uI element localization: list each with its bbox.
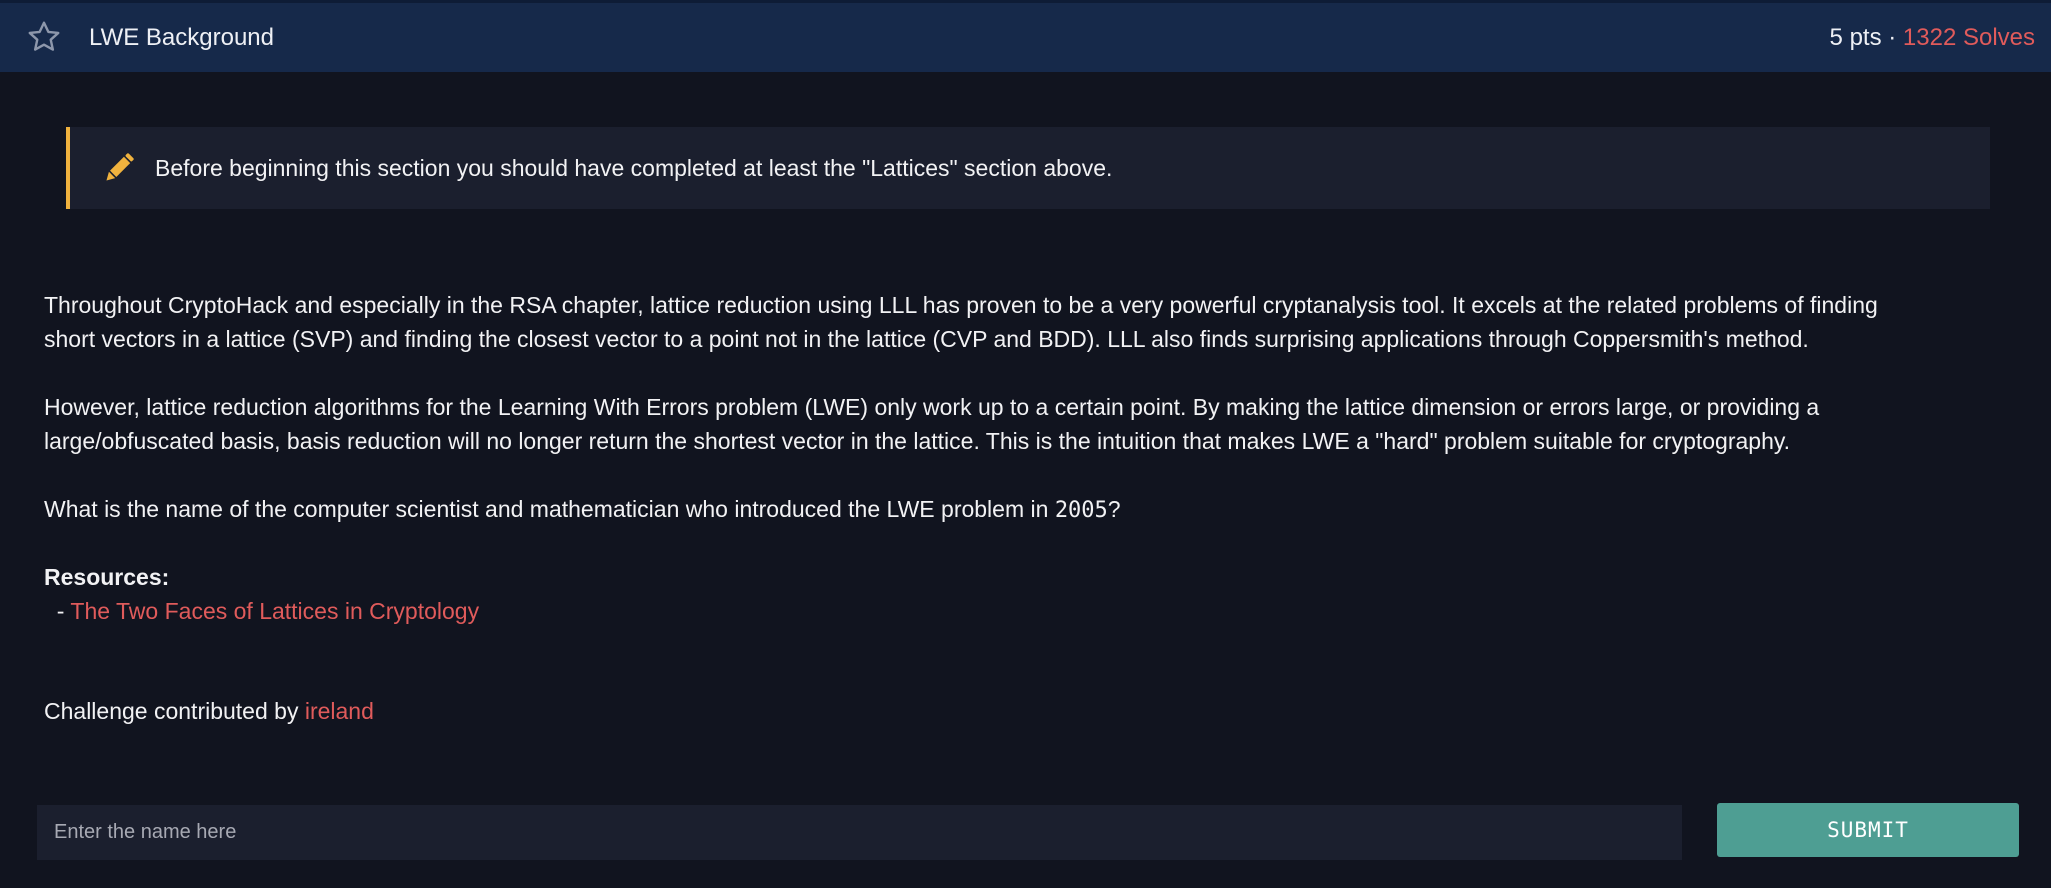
description-paragraph-2: However, lattice reduction algorithms fo… bbox=[44, 390, 2004, 458]
star-icon[interactable] bbox=[26, 19, 62, 55]
prerequisite-notice: Before beginning this section you should… bbox=[66, 127, 1990, 209]
resource-bullet: - bbox=[56, 598, 71, 624]
description-line: However, lattice reduction algorithms fo… bbox=[44, 394, 1820, 420]
answer-input[interactable] bbox=[37, 805, 1682, 860]
challenge-page: LWE Background 5 pts · 1322 Solves Befor… bbox=[0, 0, 2051, 888]
stats-separator: · bbox=[1881, 24, 1903, 51]
question-end: ? bbox=[1107, 496, 1121, 522]
contributor-link[interactable]: ireland bbox=[305, 698, 374, 724]
challenge-stats: 5 pts · 1322 Solves bbox=[1830, 24, 2035, 52]
resources-section: Resources: - The Two Faces of Lattices i… bbox=[44, 560, 2004, 628]
question-text: What is the name of the computer scienti… bbox=[44, 496, 1055, 522]
resources-heading: Resources: bbox=[44, 564, 170, 590]
description-line: Throughout CryptoHack and especially in … bbox=[44, 292, 1878, 318]
resource-item: - The Two Faces of Lattices in Cryptolog… bbox=[44, 594, 2004, 628]
challenge-question: What is the name of the computer scienti… bbox=[44, 492, 2004, 528]
contributed-text: Challenge contributed by bbox=[44, 698, 305, 724]
submit-button[interactable]: SUBMIT bbox=[1717, 803, 2019, 857]
challenge-header: LWE Background 5 pts · 1322 Solves bbox=[0, 0, 2051, 72]
description-line: large/obfuscated basis, basis reduction … bbox=[44, 428, 1791, 454]
pencil-icon bbox=[106, 153, 134, 181]
challenge-title: LWE Background bbox=[89, 24, 274, 51]
notice-text: Before beginning this section you should… bbox=[155, 155, 1113, 181]
resource-link[interactable]: The Two Faces of Lattices in Cryptology bbox=[70, 598, 479, 624]
description-line: short vectors in a lattice (SVP) and fin… bbox=[44, 326, 1809, 352]
solves-count: 1322 Solves bbox=[1902, 24, 2035, 51]
contribution-line: Challenge contributed by ireland bbox=[44, 694, 2004, 728]
description-paragraph-1: Throughout CryptoHack and especially in … bbox=[44, 288, 2004, 356]
question-year: 2005 bbox=[1054, 498, 1108, 523]
points-label: 5 pts bbox=[1829, 24, 1882, 51]
